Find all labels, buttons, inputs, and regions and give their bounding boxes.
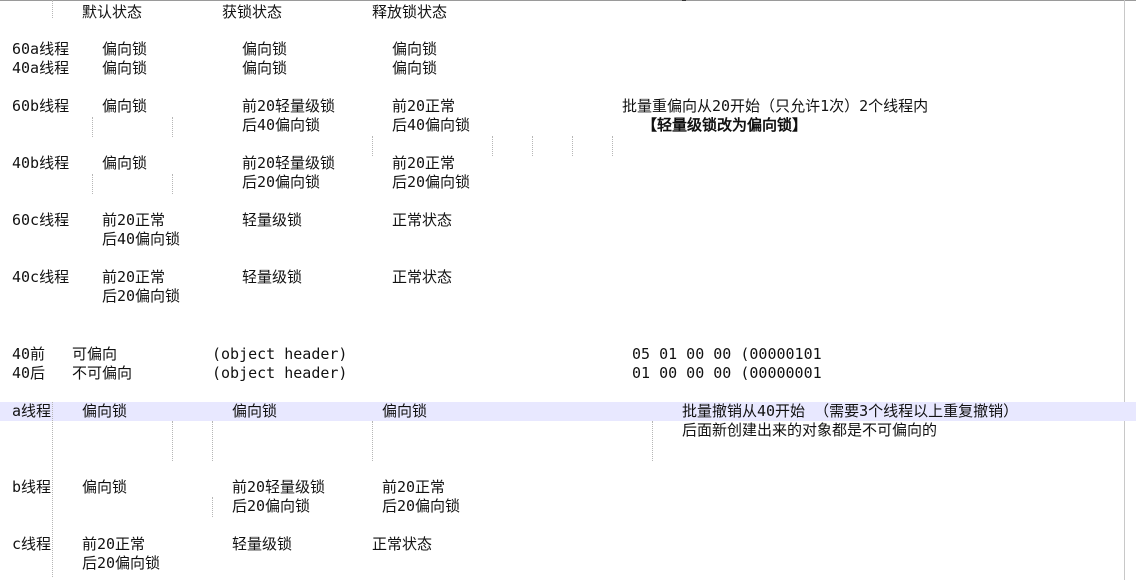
indent-guide — [92, 117, 93, 137]
cell-released: 前20正常 — [382, 478, 446, 496]
cell-released: 偏向锁 — [392, 59, 438, 77]
cell-released: 正常状态 — [372, 535, 433, 553]
cell-released: 前20正常 — [392, 97, 456, 115]
header-default-state: 默认状态 — [82, 3, 143, 21]
cell-released: 后20偏向锁 — [392, 173, 471, 191]
row-label: 60a线程 — [12, 40, 70, 58]
indent-guide — [92, 174, 93, 194]
cell-acquired: 前20轻量级锁 — [242, 97, 336, 115]
right-margin-line — [1124, 0, 1125, 580]
row-label: 60b线程 — [12, 97, 70, 115]
indent-guide — [492, 136, 493, 156]
row-label: c线程 — [12, 535, 52, 553]
cell-acquired: 后40偏向锁 — [242, 116, 321, 134]
cell-biasable: 不可偏向 — [72, 364, 133, 382]
indent-guide — [612, 136, 613, 156]
row-label: 40c线程 — [12, 268, 70, 286]
cell-default: 前20正常 — [102, 268, 166, 286]
cell-acquired: 轻量级锁 — [232, 535, 293, 553]
cell-header-bytes: 05 01 00 00 (00000101 — [632, 345, 822, 363]
cell-default: 前20正常 — [102, 211, 166, 229]
cell-acquired: 后20偏向锁 — [242, 173, 321, 191]
row-label: 40前 — [12, 345, 46, 363]
cell-acquired: 前20轻量级锁 — [242, 154, 336, 172]
indent-guide — [52, 402, 53, 577]
cell-released: 偏向锁 — [392, 40, 438, 58]
cell-default: 偏向锁 — [102, 59, 148, 77]
cell-acquired: 偏向锁 — [232, 402, 278, 420]
cell-default: 偏向锁 — [82, 478, 128, 496]
cell-object-header: (object header) — [212, 345, 348, 363]
cell-acquired: 前20轻量级锁 — [232, 478, 326, 496]
indent-guide — [572, 136, 573, 156]
header-lock-released: 释放锁状态 — [372, 3, 448, 21]
row-label: 40a线程 — [12, 59, 70, 77]
cell-default: 偏向锁 — [82, 402, 128, 420]
cell-released: 前20正常 — [392, 154, 456, 172]
indent-guide — [372, 421, 373, 461]
note-bulk-revoke: 批量撤销从40开始 （需要3个线程以上重复撤销） — [682, 402, 1019, 420]
row-label: b线程 — [12, 478, 52, 496]
indent-guide — [212, 421, 213, 461]
note-new-objects: 后面新创建出来的对象都是不可偏向的 — [682, 421, 938, 439]
text-editor-area[interactable]: 默认状态 获锁状态 释放锁状态 60a线程 偏向锁 偏向锁 偏向锁 40a线程 … — [0, 0, 1136, 580]
cell-header-bytes: 01 00 00 00 (00000001 — [632, 364, 822, 382]
note-bracket: 【轻量级锁改为偏向锁】 — [642, 116, 808, 134]
cell-released: 后20偏向锁 — [382, 497, 461, 515]
cell-acquired: 偏向锁 — [242, 40, 288, 58]
cell-released: 正常状态 — [392, 211, 453, 229]
cell-default: 后20偏向锁 — [102, 287, 181, 305]
header-lock-acquired: 获锁状态 — [222, 3, 283, 21]
cell-default: 前20正常 — [82, 535, 146, 553]
cell-biasable: 可偏向 — [72, 345, 118, 363]
cell-released: 后40偏向锁 — [392, 116, 471, 134]
cell-released: 正常状态 — [392, 268, 453, 286]
cell-default: 偏向锁 — [102, 40, 148, 58]
indent-guide — [52, 0, 53, 18]
row-label: 40b线程 — [12, 154, 70, 172]
cell-default: 偏向锁 — [102, 97, 148, 115]
editor-top-border — [0, 0, 1136, 1]
cell-acquired: 偏向锁 — [242, 59, 288, 77]
indent-guide — [532, 136, 533, 156]
cell-default: 后20偏向锁 — [82, 554, 161, 572]
indent-guide — [172, 117, 173, 137]
cell-default: 偏向锁 — [102, 154, 148, 172]
cell-released: 偏向锁 — [382, 402, 428, 420]
indent-guide — [172, 174, 173, 194]
cell-acquired: 后20偏向锁 — [232, 497, 311, 515]
row-label: 40后 — [12, 364, 46, 382]
caret-mark — [682, 0, 686, 1]
cell-acquired: 轻量级锁 — [242, 211, 303, 229]
row-label: a线程 — [12, 402, 52, 420]
note-bulk-rebias: 批量重偏向从20开始（只允许1次）2个线程内 — [622, 97, 929, 115]
indent-guide — [372, 136, 373, 156]
cell-acquired: 轻量级锁 — [242, 268, 303, 286]
indent-guide — [172, 421, 173, 461]
indent-guide — [652, 421, 653, 461]
cell-default: 后40偏向锁 — [102, 230, 181, 248]
row-label: 60c线程 — [12, 211, 70, 229]
indent-guide — [212, 497, 213, 517]
cell-object-header: (object header) — [212, 364, 348, 382]
